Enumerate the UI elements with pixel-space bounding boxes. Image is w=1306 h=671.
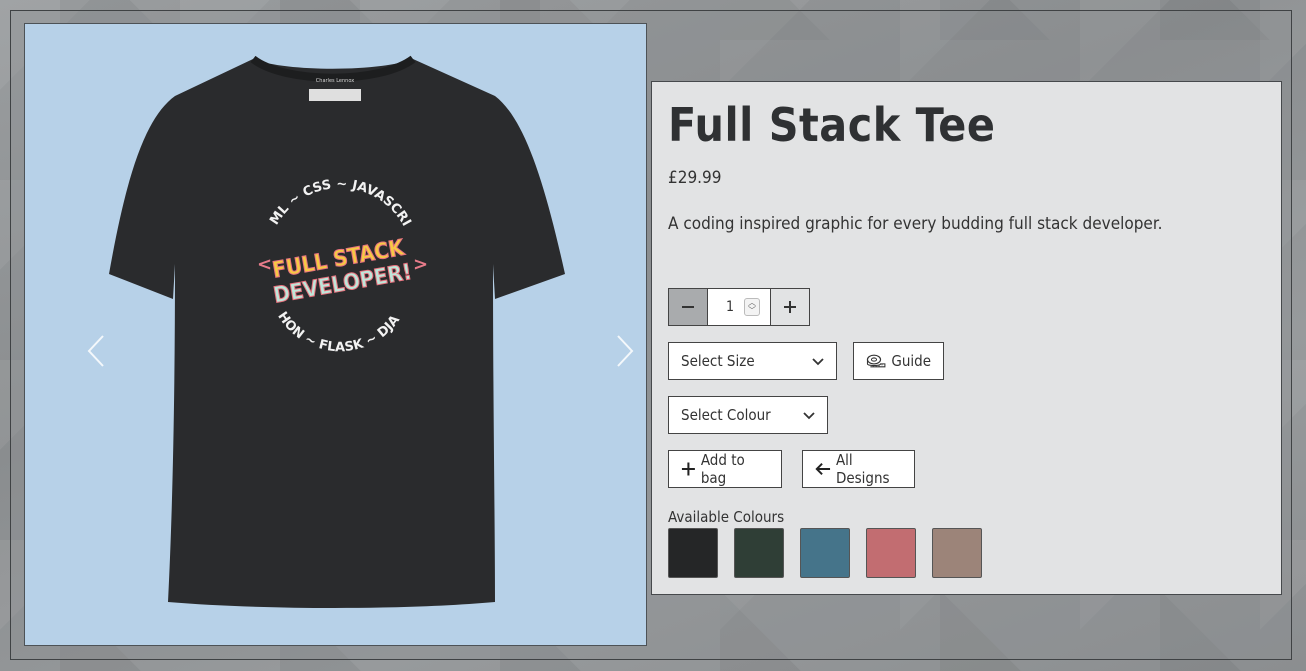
- plus-icon: [681, 462, 695, 476]
- product-price: £29.99: [668, 168, 722, 188]
- add-to-bag-button[interactable]: Add to bag: [668, 450, 782, 488]
- quantity-stepper: ︿﹀: [668, 288, 810, 326]
- quantity-increase-button[interactable]: [770, 289, 809, 325]
- add-to-bag-label: Add to bag: [700, 451, 745, 487]
- quantity-input[interactable]: [708, 289, 770, 325]
- minus-icon: [682, 306, 694, 308]
- carousel-next-button[interactable]: [610, 334, 640, 382]
- product-title: Full Stack Tee: [668, 98, 996, 152]
- colour-swatch[interactable]: [668, 528, 718, 578]
- tshirt-body: [109, 59, 565, 608]
- size-guide-button[interactable]: Guide: [853, 342, 944, 380]
- product-image-carousel[interactable]: Charles Lennox HTML ~ CSS ~ JAVASCRIPT <…: [24, 23, 647, 646]
- tshirt-image: Charles Lennox HTML ~ CSS ~ JAVASCRIPT <…: [25, 24, 565, 608]
- size-select[interactable]: Select Size: [668, 342, 837, 380]
- colour-swatch[interactable]: [866, 528, 916, 578]
- product-description: A coding inspired graphic for every budd…: [668, 214, 1163, 234]
- all-designs-label: All Designs: [835, 451, 890, 487]
- graphic-right-bracket: >: [413, 254, 428, 275]
- colour-swatch[interactable]: [800, 528, 850, 578]
- graphic-left-bracket: <: [257, 254, 272, 275]
- quantity-decrease-button[interactable]: [669, 289, 708, 325]
- arrow-left-icon: [815, 462, 831, 476]
- colour-select[interactable]: Select Colour: [668, 396, 828, 434]
- plus-icon: [784, 301, 796, 313]
- chevron-down-icon: [812, 358, 824, 366]
- size-select-value: Select Size: [681, 352, 755, 370]
- available-colours-label: Available Colours: [668, 508, 785, 526]
- all-designs-button[interactable]: All Designs: [802, 450, 915, 488]
- colour-swatch[interactable]: [932, 528, 982, 578]
- product-details-panel: Full Stack Tee £29.99 A coding inspired …: [651, 81, 1282, 595]
- size-guide-label: Guide: [891, 352, 931, 370]
- spin-arrows-icon[interactable]: ︿ ﹀: [744, 298, 760, 316]
- brand-tag: Charles Lennox: [316, 78, 354, 84]
- colour-select-value: Select Colour: [681, 406, 771, 424]
- chevron-right-icon: [617, 335, 634, 367]
- chevron-down-icon: [803, 412, 815, 420]
- tape-measure-icon: [866, 354, 886, 368]
- chevron-left-icon: [87, 335, 104, 367]
- carousel-prev-button[interactable]: [81, 334, 111, 382]
- colour-swatch[interactable]: [734, 528, 784, 578]
